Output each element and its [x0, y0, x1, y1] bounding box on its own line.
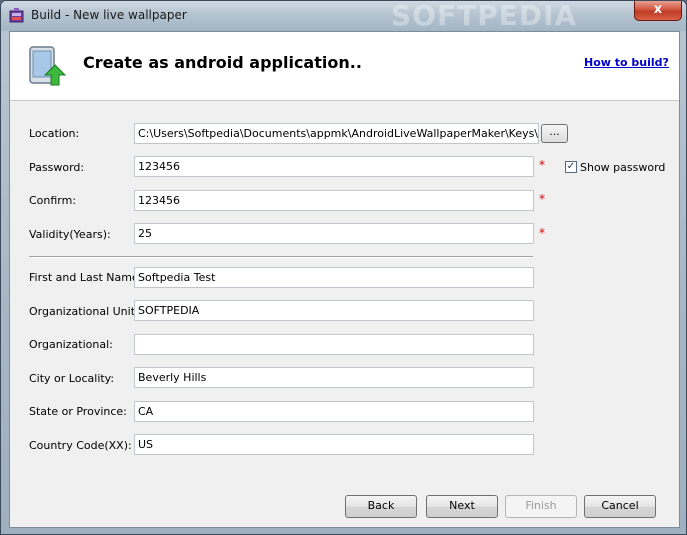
- location-field[interactable]: C:\Users\Softpedia\Documents\appmk\Andro…: [134, 123, 539, 144]
- window-title: Build - New live wallpaper: [31, 8, 187, 22]
- org-unit-field[interactable]: SOFTPEDIA: [134, 300, 534, 321]
- browse-button[interactable]: ...: [541, 124, 568, 143]
- validity-required-mark: *: [539, 226, 545, 240]
- validity-field[interactable]: 25: [134, 223, 534, 244]
- organizational-label: Organizational:: [29, 338, 113, 351]
- city-label: City or Locality:: [29, 372, 115, 385]
- first-last-name-field[interactable]: Softpedia Test: [134, 267, 534, 288]
- city-field[interactable]: Beverly Hills: [134, 367, 534, 388]
- dialog-client: Create as android application.. How to b…: [9, 31, 680, 528]
- confirm-label: Confirm:: [29, 194, 77, 207]
- close-button[interactable]: x: [634, 1, 682, 21]
- state-label: State or Province:: [29, 405, 127, 418]
- organizational-field[interactable]: [134, 334, 534, 355]
- password-field[interactable]: 123456: [134, 156, 534, 177]
- build-window: Build - New live wallpaper SOFTPEDIA x C…: [0, 0, 687, 535]
- next-button[interactable]: Next: [426, 495, 498, 518]
- country-code-label: Country Code(XX):: [29, 439, 132, 452]
- how-to-build-link[interactable]: How to build?: [584, 56, 669, 69]
- title-bar[interactable]: Build - New live wallpaper SOFTPEDIA x: [1, 0, 686, 32]
- country-code-field[interactable]: US: [134, 434, 534, 455]
- location-label: Location:: [29, 127, 80, 140]
- page-title: Create as android application..: [83, 53, 362, 72]
- confirm-field[interactable]: 123456: [134, 190, 534, 211]
- section-divider: [29, 256, 533, 258]
- back-button[interactable]: Back: [345, 495, 417, 518]
- finish-button[interactable]: Finish: [505, 495, 577, 518]
- org-unit-label: Organizational Unit:: [29, 305, 139, 318]
- validity-label: Validity(Years):: [29, 228, 111, 241]
- close-icon: x: [653, 2, 663, 17]
- cancel-button[interactable]: Cancel: [584, 495, 656, 518]
- confirm-required-mark: *: [539, 192, 545, 206]
- show-password-label[interactable]: Show password: [580, 161, 665, 174]
- dialog-header: Create as android application.. How to b…: [10, 32, 679, 101]
- app-icon: [9, 8, 24, 23]
- watermark: SOFTPEDIA: [391, 0, 578, 32]
- android-device-icon: [29, 46, 67, 86]
- state-field[interactable]: CA: [134, 401, 534, 422]
- password-label: Password:: [29, 161, 85, 174]
- first-last-name-label: First and Last Name:: [29, 271, 143, 284]
- password-required-mark: *: [539, 158, 545, 172]
- show-password-checkbox[interactable]: ✓: [565, 161, 577, 173]
